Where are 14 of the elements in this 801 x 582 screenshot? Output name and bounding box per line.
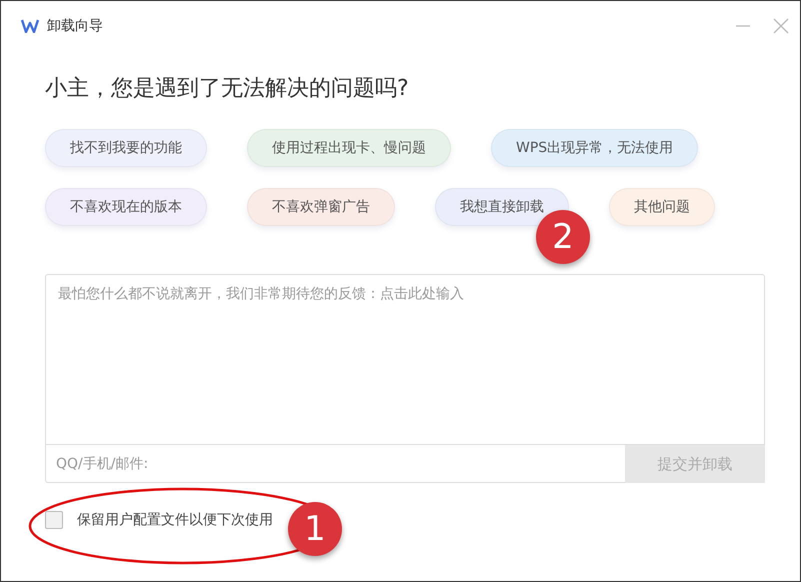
window-title: 卸载向导: [47, 17, 104, 35]
question-heading: 小主，您是遇到了无法解决的问题吗?: [45, 75, 410, 103]
feedback-field[interactable]: 最怕您什么都不说就离开，我们非常期待您的反馈：点击此处输入: [45, 274, 765, 445]
contact-field[interactable]: QQ/手机/邮件:: [45, 445, 625, 483]
reason-button[interactable]: 不喜欢现在的版本: [45, 188, 207, 226]
logo-icon: [21, 19, 39, 33]
checkbox-label: 保留用户配置文件以便下次使用: [77, 511, 273, 529]
reason-button[interactable]: 其他问题: [609, 188, 715, 226]
reason-button[interactable]: 找不到我要的功能: [45, 129, 207, 167]
checkbox[interactable]: [45, 511, 63, 529]
reason-button[interactable]: 使用过程出现卡、慢问题: [247, 129, 451, 167]
reason-button[interactable]: 不喜欢弹窗广告: [247, 188, 395, 226]
reason-button[interactable]: WPS出现异常，无法使用: [491, 129, 698, 167]
step-badge: 1: [288, 502, 342, 556]
